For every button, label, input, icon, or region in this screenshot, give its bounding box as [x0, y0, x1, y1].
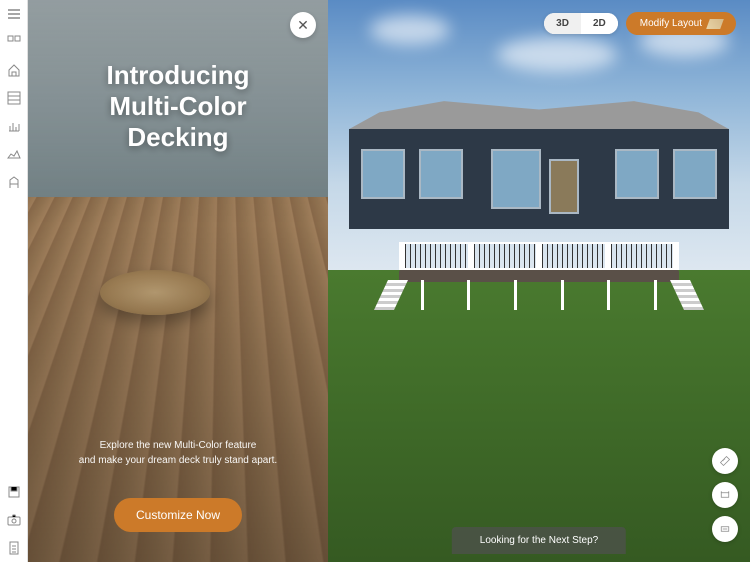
modify-layout-label: Modify Layout	[640, 18, 702, 29]
save-button[interactable]	[0, 478, 28, 506]
house-roof	[349, 101, 729, 129]
structure-tool[interactable]	[0, 168, 28, 196]
house-window	[615, 149, 659, 199]
layers-icon	[6, 34, 22, 50]
promo-title: Introducing Multi-Color Decking	[107, 60, 250, 154]
promo-body-line: and make your dream deck truly stand apa…	[79, 453, 277, 468]
next-step-prompt[interactable]: Looking for the Next Step?	[452, 527, 626, 554]
camera-button[interactable]	[0, 506, 28, 534]
layers-tool[interactable]	[0, 28, 28, 56]
deck-supports	[399, 280, 679, 310]
chart-icon	[6, 118, 22, 134]
left-toolbar	[0, 0, 28, 562]
clipboard-icon	[6, 540, 22, 556]
house-icon	[6, 62, 22, 78]
hamburger-icon	[6, 6, 22, 22]
house-window	[419, 149, 463, 199]
label-icon	[719, 523, 731, 535]
structure-icon	[6, 174, 22, 190]
dimensions-icon	[719, 489, 731, 501]
promo-title-line: Introducing	[107, 60, 250, 91]
modify-layout-button[interactable]: Modify Layout	[626, 12, 736, 35]
list-button[interactable]	[0, 534, 28, 562]
camera-icon	[6, 512, 22, 528]
save-icon	[6, 484, 22, 500]
cloud	[370, 15, 450, 45]
promo-title-line: Multi-Color	[107, 91, 250, 122]
design-tool[interactable]	[0, 56, 28, 84]
house-door	[549, 159, 579, 214]
promo-body-line: Explore the new Multi-Color feature	[79, 438, 277, 453]
menu-button[interactable]	[0, 0, 28, 28]
materials-tool[interactable]	[0, 112, 28, 140]
terrain-tool[interactable]	[0, 140, 28, 168]
cloud	[497, 37, 617, 72]
view-2d-button[interactable]: 2D	[581, 13, 618, 34]
viewport-top-controls: 3D 2D Modify Layout	[544, 12, 736, 35]
deck-railings	[399, 242, 679, 270]
promo-body: Explore the new Multi-Color feature and …	[79, 438, 277, 468]
ruler-icon	[719, 455, 731, 467]
customize-now-button[interactable]: Customize Now	[114, 498, 242, 532]
house-window	[361, 149, 405, 199]
house-body	[349, 129, 729, 229]
deck-model	[399, 270, 679, 282]
label-toggle-button[interactable]	[712, 516, 738, 542]
deck-icon	[706, 19, 724, 29]
house-model	[349, 101, 729, 229]
grid-icon	[6, 90, 22, 106]
measure-button[interactable]	[712, 448, 738, 474]
design-viewport[interactable]: 3D 2D Modify Layout Looking for the Next…	[328, 0, 750, 562]
view-mode-toggle: 3D 2D	[544, 13, 618, 34]
promo-title-line: Decking	[107, 122, 250, 153]
terrain-icon	[6, 146, 22, 162]
promo-panel: ✕ Introducing Multi-Color Decking Explor…	[28, 0, 328, 562]
dimension-toggle-button[interactable]	[712, 482, 738, 508]
house-window	[673, 149, 717, 199]
grass-terrain	[328, 270, 750, 562]
viewport-right-controls	[712, 448, 738, 542]
view-3d-button[interactable]: 3D	[544, 13, 581, 34]
house-window	[491, 149, 541, 209]
grid-tool[interactable]	[0, 84, 28, 112]
